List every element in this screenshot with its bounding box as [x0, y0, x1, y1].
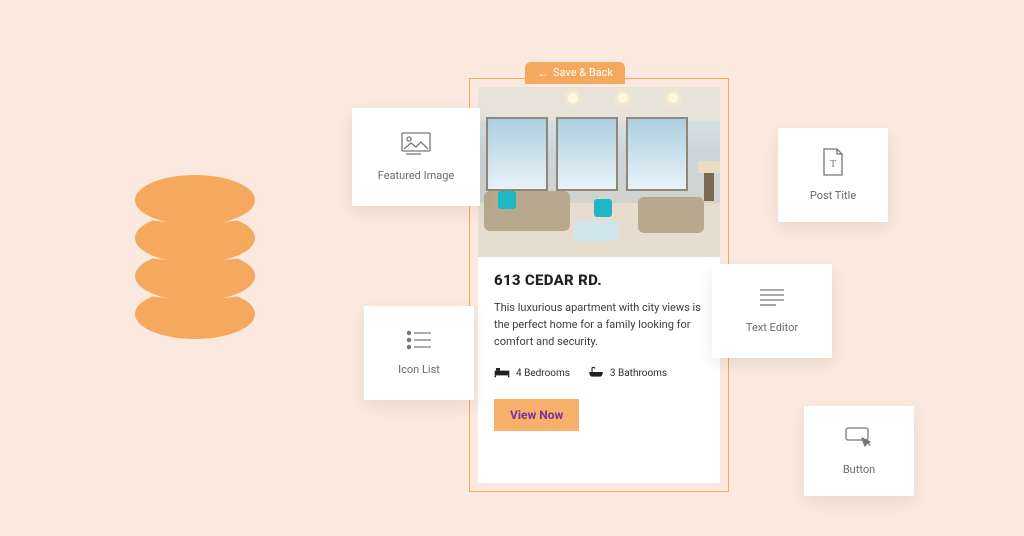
database-icon [135, 175, 255, 335]
template-preview-frame: 613 CEDAR RD. This luxurious apartment w… [469, 78, 729, 492]
svg-text:T: T [830, 159, 836, 170]
bath-icon [588, 366, 604, 381]
widget-post-title[interactable]: T Post Title [778, 128, 888, 222]
bedrooms-meta: 4 Bedrooms [494, 366, 570, 381]
paragraph-icon [758, 288, 786, 311]
widget-label: Post Title [810, 189, 856, 202]
image-icon [401, 132, 431, 159]
widget-label: Button [843, 463, 875, 476]
bathrooms-label: 3 Bathrooms [610, 368, 667, 379]
listing-meta-row: 4 Bedrooms 3 Bathrooms [494, 366, 704, 381]
widget-label: Icon List [398, 363, 440, 376]
listing-hero-image [478, 87, 720, 257]
bed-icon [494, 366, 510, 381]
widget-text-editor[interactable]: Text Editor [712, 264, 832, 358]
list-icon [406, 330, 432, 353]
view-now-button[interactable]: View Now [494, 399, 579, 431]
bathrooms-meta: 3 Bathrooms [588, 366, 667, 381]
button-click-icon [844, 426, 874, 453]
document-title-icon: T [821, 148, 845, 179]
listing-title: 613 CEDAR RD. [494, 271, 704, 289]
widget-label: Text Editor [746, 321, 798, 334]
listing-description: This luxurious apartment with city views… [494, 299, 704, 350]
widget-icon-list[interactable]: Icon List [364, 306, 474, 400]
widget-button[interactable]: Button [804, 406, 914, 496]
widget-featured-image[interactable]: Featured Image [352, 108, 480, 206]
bedrooms-label: 4 Bedrooms [516, 368, 570, 379]
listing-card: 613 CEDAR RD. This luxurious apartment w… [478, 87, 720, 483]
widget-label: Featured Image [378, 169, 454, 182]
